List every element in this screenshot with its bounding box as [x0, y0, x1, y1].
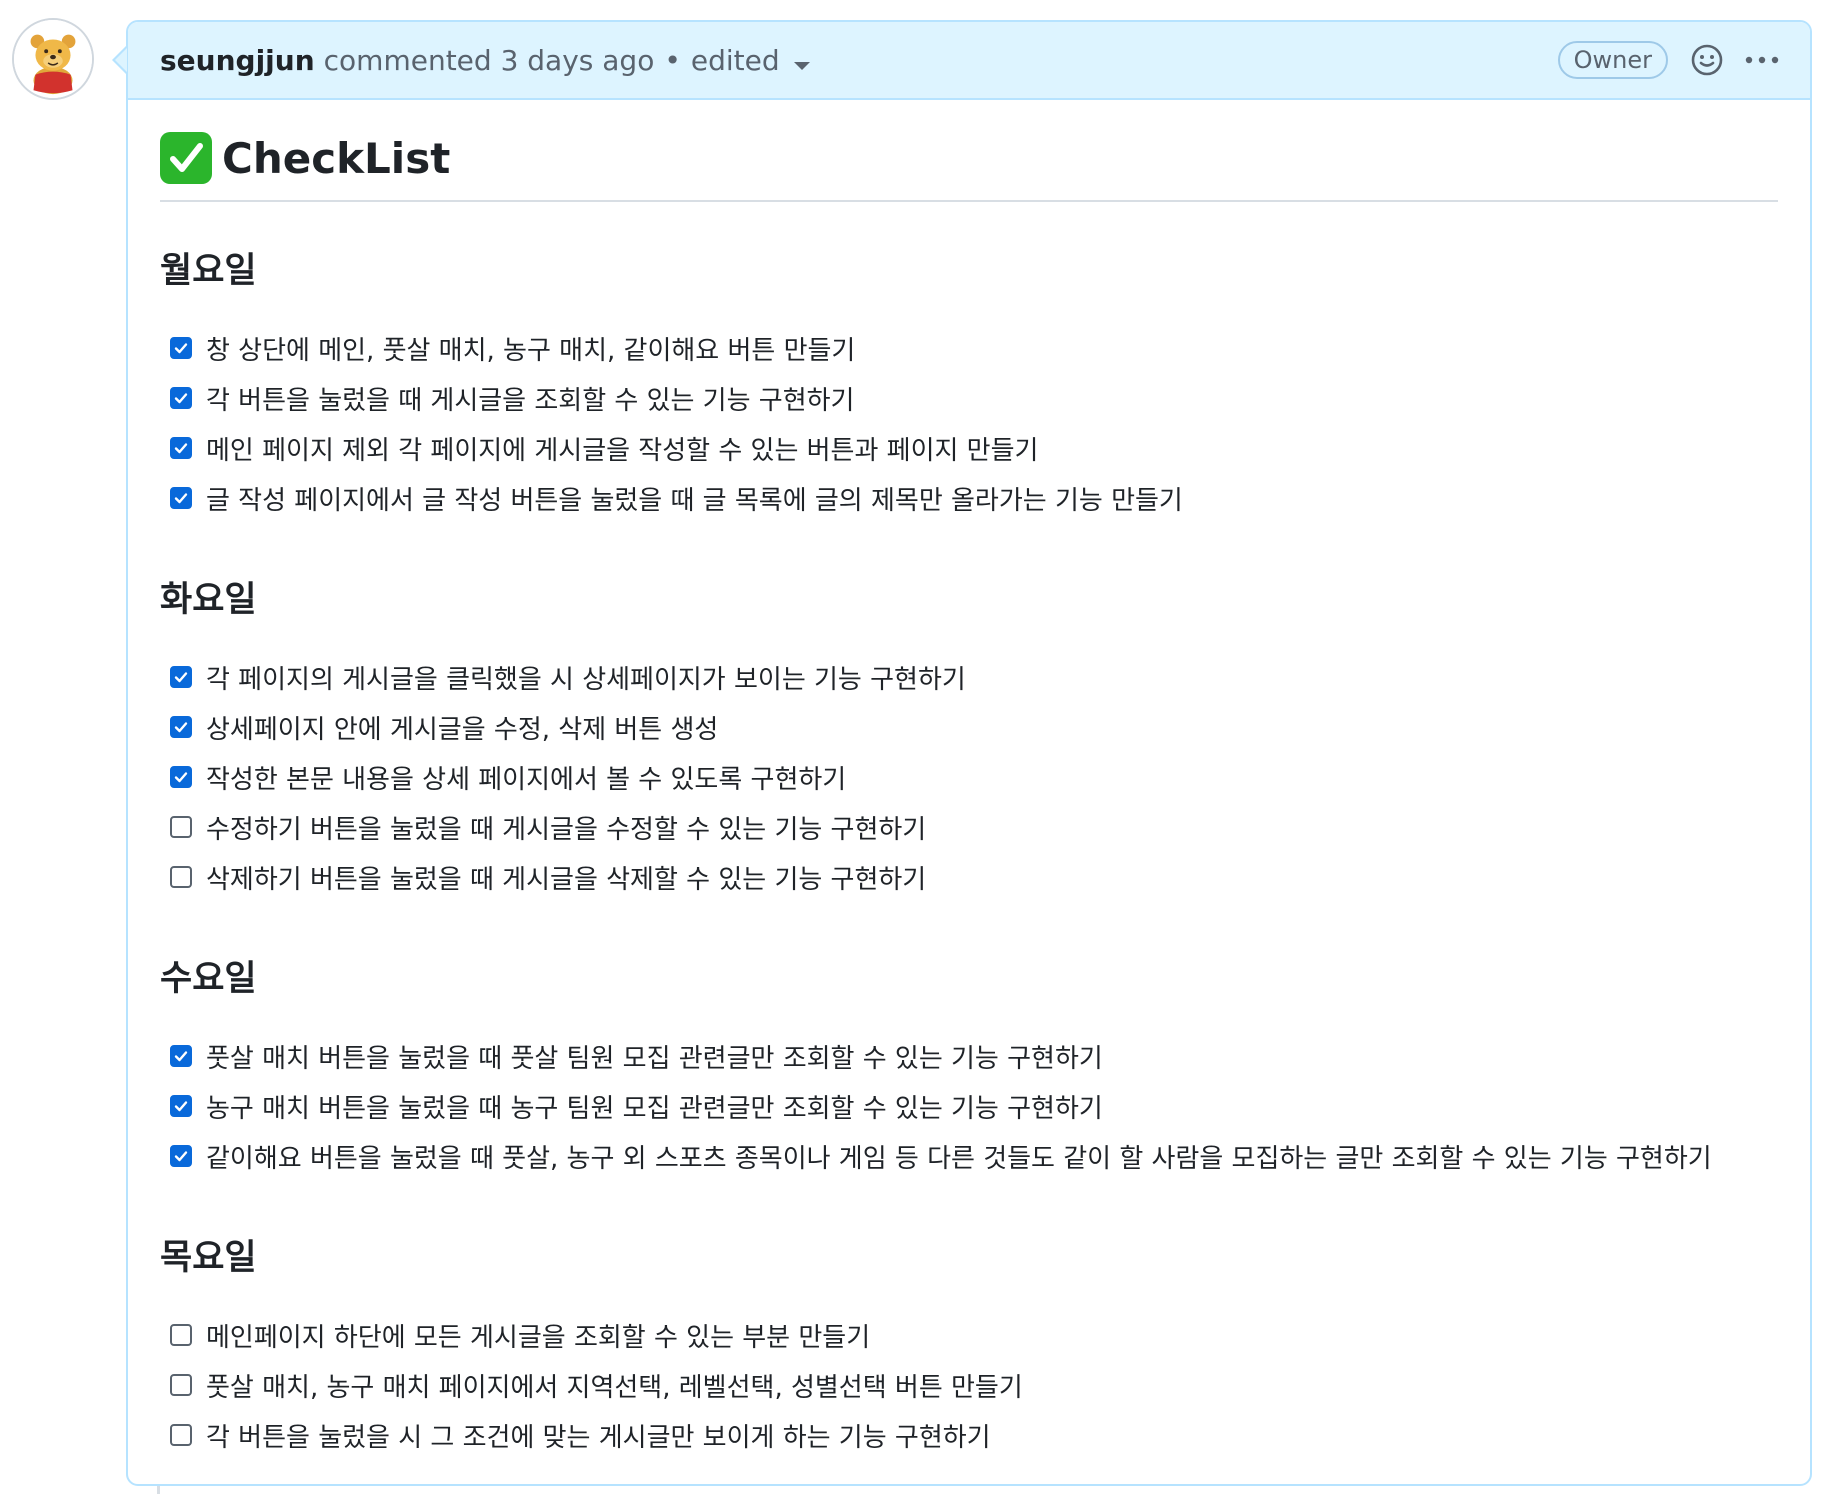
task-checkbox-checked[interactable]: [170, 487, 192, 509]
section-heading: 화요일: [160, 580, 257, 620]
task-checkbox-checked[interactable]: [170, 1045, 192, 1067]
task-label: 삭제하기 버튼을 눌렀을 때 게시글을 삭제할 수 있는 기능 구현하기: [206, 864, 927, 895]
task-checkbox-checked[interactable]: [170, 1095, 192, 1117]
white-check-mark-emoji: [160, 132, 212, 184]
section-heading: 목요일: [160, 1238, 257, 1278]
task-list-item: 각 버튼을 눌렀을 시 그 조건에 맞는 게시글만 보이게 하는 기능 구현하기: [160, 1410, 1778, 1460]
task-list-item: 작성한 본문 내용을 상세 페이지에서 볼 수 있도록 구현하기: [160, 752, 1778, 802]
task-label: 상세페이지 안에 게시글을 수정, 삭제 버튼 생성: [206, 714, 719, 745]
edited-dropdown[interactable]: edited: [691, 44, 810, 77]
page-title: CheckList: [222, 133, 451, 183]
task-list-item: 각 페이지의 게시글을 클릭했을 시 상세페이지가 보이는 기능 구현하기: [160, 652, 1778, 702]
task-checkbox-unchecked[interactable]: [170, 1324, 192, 1346]
task-checkbox-checked[interactable]: [170, 337, 192, 359]
timeline-line: [157, 1486, 160, 1494]
task-list-item: 각 버튼을 눌렀을 때 게시글을 조회할 수 있는 기능 구현하기: [160, 373, 1778, 423]
section-heading: 수요일: [160, 959, 257, 999]
task-list: 각 페이지의 게시글을 클릭했을 시 상세페이지가 보이는 기능 구현하기상세페…: [160, 652, 1778, 902]
task-label: 글 작성 페이지에서 글 작성 버튼을 눌렀을 때 글 목록에 글의 제목만 올…: [206, 485, 1183, 516]
task-list-item: 풋살 매치, 농구 매치 페이지에서 지역선택, 레벨선택, 성별선택 버튼 만…: [160, 1360, 1778, 1410]
issue-comment: seungjjun commented 3 days ago • edited …: [126, 20, 1812, 1486]
avatar[interactable]: [12, 18, 94, 100]
task-checkbox-unchecked[interactable]: [170, 866, 192, 888]
task-list-item: 상세페이지 안에 게시글을 수정, 삭제 버튼 생성: [160, 702, 1778, 752]
owner-badge: Owner: [1557, 41, 1668, 79]
task-checkbox-checked[interactable]: [170, 666, 192, 688]
task-checkbox-checked[interactable]: [170, 437, 192, 459]
task-list-item: 같이해요 버튼을 눌렀을 때 풋살, 농구 외 스포츠 종목이나 게임 등 다른…: [160, 1131, 1778, 1181]
task-list-item: 메인 페이지 제외 각 페이지에 게시글을 작성할 수 있는 버튼과 페이지 만…: [160, 423, 1778, 473]
task-label: 창 상단에 메인, 풋살 매치, 농구 매치, 같이해요 버튼 만들기: [206, 335, 856, 366]
comment-header: seungjjun commented 3 days ago • edited …: [128, 22, 1810, 100]
task-list: 풋살 매치 버튼을 눌렀을 때 풋살 팀원 모집 관련글만 조회할 수 있는 기…: [160, 1031, 1778, 1181]
task-list-item: 수정하기 버튼을 눌렀을 때 게시글을 수정할 수 있는 기능 구현하기: [160, 802, 1778, 852]
kebab-horizontal-icon: [1745, 56, 1779, 64]
task-label: 메인페이지 하단에 모든 게시글을 조회할 수 있는 부분 만들기: [206, 1322, 871, 1353]
task-checkbox-checked[interactable]: [170, 716, 192, 738]
task-label: 각 버튼을 눌렀을 때 게시글을 조회할 수 있는 기능 구현하기: [206, 385, 855, 416]
task-label: 같이해요 버튼을 눌렀을 때 풋살, 농구 외 스포츠 종목이나 게임 등 다른…: [206, 1143, 1712, 1174]
task-label: 농구 매치 버튼을 눌렀을 때 농구 팀원 모집 관련글만 조회할 수 있는 기…: [206, 1093, 1103, 1124]
task-checkbox-checked[interactable]: [170, 1145, 192, 1167]
task-checkbox-checked[interactable]: [170, 387, 192, 409]
task-checkbox-checked[interactable]: [170, 766, 192, 788]
smiley-icon: [1691, 44, 1723, 76]
task-label: 각 버튼을 눌렀을 시 그 조건에 맞는 게시글만 보이게 하는 기능 구현하기: [206, 1422, 991, 1453]
task-checkbox-unchecked[interactable]: [170, 1424, 192, 1446]
task-label: 메인 페이지 제외 각 페이지에 게시글을 작성할 수 있는 버튼과 페이지 만…: [206, 435, 1039, 466]
task-list-item: 풋살 매치 버튼을 눌렀을 때 풋살 팀원 모집 관련글만 조회할 수 있는 기…: [160, 1031, 1778, 1081]
comment-body: CheckList 월요일창 상단에 메인, 풋살 매치, 농구 매치, 같이해…: [128, 100, 1810, 1460]
task-list: 창 상단에 메인, 풋살 매치, 농구 매치, 같이해요 버튼 만들기각 버튼을…: [160, 323, 1778, 523]
task-label: 각 페이지의 게시글을 클릭했을 시 상세페이지가 보이는 기능 구현하기: [206, 664, 966, 695]
triangle-down-icon: [793, 61, 810, 70]
task-list: 메인페이지 하단에 모든 게시글을 조회할 수 있는 부분 만들기풋살 매치, …: [160, 1310, 1778, 1460]
comment-author[interactable]: seungjjun: [160, 44, 315, 77]
task-list-item: 메인페이지 하단에 모든 게시글을 조회할 수 있는 부분 만들기: [160, 1310, 1778, 1360]
task-label: 수정하기 버튼을 눌렀을 때 게시글을 수정할 수 있는 기능 구현하기: [206, 814, 927, 845]
edited-label: edited: [690, 43, 780, 77]
comment-options-button[interactable]: [1744, 54, 1780, 66]
checklist-sections: 월요일창 상단에 메인, 풋살 매치, 농구 매치, 같이해요 버튼 만들기각 …: [160, 242, 1778, 1460]
task-label: 작성한 본문 내용을 상세 페이지에서 볼 수 있도록 구현하기: [206, 764, 847, 795]
task-label: 풋살 매치, 농구 매치 페이지에서 지역선택, 레벨선택, 성별선택 버튼 만…: [206, 1372, 1023, 1403]
section-heading: 월요일: [160, 251, 257, 291]
task-label: 풋살 매치 버튼을 눌렀을 때 풋살 팀원 모집 관련글만 조회할 수 있는 기…: [206, 1043, 1103, 1074]
comment-caret-fill: [115, 48, 127, 72]
task-list-item: 삭제하기 버튼을 눌렀을 때 게시글을 삭제할 수 있는 기능 구현하기: [160, 852, 1778, 902]
checklist-heading: CheckList: [160, 132, 1778, 202]
task-list-item: 창 상단에 메인, 풋살 매치, 농구 매치, 같이해요 버튼 만들기: [160, 323, 1778, 373]
task-checkbox-unchecked[interactable]: [170, 816, 192, 838]
add-reaction-button[interactable]: [1690, 43, 1724, 77]
meta-separator: •: [664, 43, 681, 77]
comment-timestamp[interactable]: commented 3 days ago: [324, 44, 655, 77]
winnie-the-pooh-avatar: [14, 20, 92, 98]
task-list-item: 글 작성 페이지에서 글 작성 버튼을 눌렀을 때 글 목록에 글의 제목만 올…: [160, 473, 1778, 523]
task-list-item: 농구 매치 버튼을 눌렀을 때 농구 팀원 모집 관련글만 조회할 수 있는 기…: [160, 1081, 1778, 1131]
task-checkbox-unchecked[interactable]: [170, 1374, 192, 1396]
